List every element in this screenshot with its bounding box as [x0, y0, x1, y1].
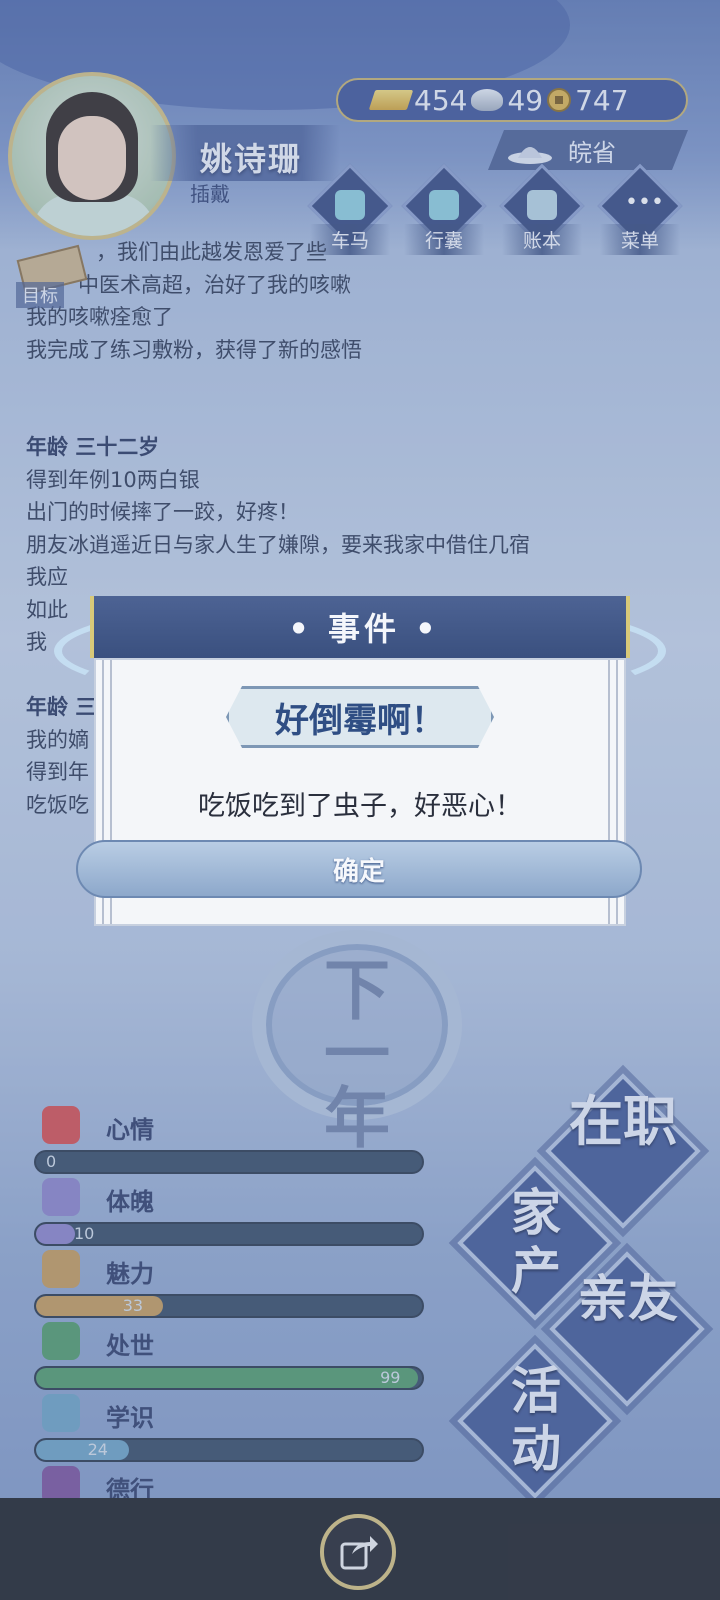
event-dialog: • 事件 • 好倒霉啊！ 吃饭吃到了虫子，好恶心！ 确定 [54, 596, 666, 940]
confirm-label: 确定 [332, 856, 385, 887]
dialog-message: 吃饭吃到了虫子，好恶心！ [198, 791, 522, 822]
confirm-button[interactable]: 确定 [76, 840, 642, 898]
game-screen: 姚诗珊 插戴 454 49 747 皖省 车马 行囊 账本 ••• 菜单 ，我们… [0, 0, 720, 1600]
dialog-header: • 事件 • [90, 596, 630, 658]
dialog-subtitle: 好倒霉啊！ [226, 686, 494, 748]
dialog-title: • 事件 • [288, 610, 440, 648]
